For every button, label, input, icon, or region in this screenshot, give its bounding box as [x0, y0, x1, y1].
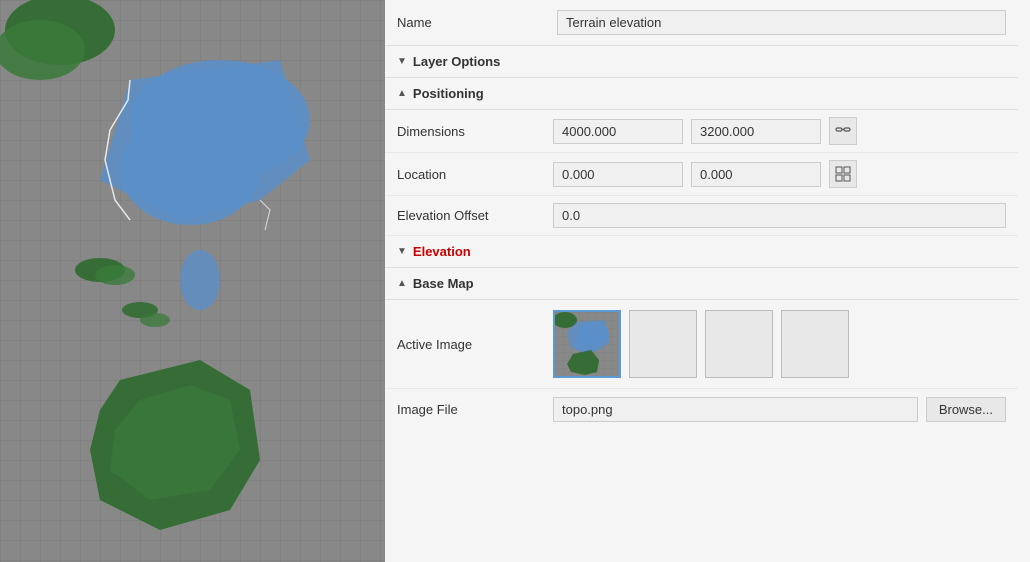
- positioning-title: Positioning: [413, 86, 484, 101]
- image-file-row: Image File Browse...: [385, 389, 1018, 430]
- elevation-chevron: ▼: [397, 246, 407, 257]
- layer-options-title: Layer Options: [413, 54, 500, 69]
- location-y-input[interactable]: [691, 162, 821, 187]
- base-map-title: Base Map: [413, 276, 474, 291]
- map-visualization: [0, 0, 385, 562]
- dimensions-row: Dimensions: [385, 110, 1018, 153]
- active-image-thumbnail-3[interactable]: [705, 310, 773, 378]
- positioning-header[interactable]: ▲ Positioning: [385, 78, 1018, 110]
- base-map-header[interactable]: ▲ Base Map: [385, 268, 1018, 300]
- map-panel: [0, 0, 385, 562]
- link-icon[interactable]: [829, 117, 857, 145]
- active-image-thumbnail-4[interactable]: [781, 310, 849, 378]
- dimensions-y-input[interactable]: [691, 119, 821, 144]
- name-input[interactable]: [557, 10, 1006, 35]
- name-row: Name: [385, 0, 1018, 46]
- layer-options-header[interactable]: ▼ Layer Options: [385, 46, 1018, 78]
- properties-panel: Name ▼ Layer Options ▲ Positioning Dimen…: [385, 0, 1030, 562]
- image-file-input[interactable]: [553, 397, 918, 422]
- elevation-header[interactable]: ▼ Elevation: [385, 236, 1018, 268]
- position-icon[interactable]: [829, 160, 857, 188]
- active-image-label: Active Image: [397, 337, 545, 352]
- dimensions-x-input[interactable]: [553, 119, 683, 144]
- location-row: Location: [385, 153, 1018, 196]
- layer-options-chevron: ▼: [397, 56, 407, 67]
- elevation-offset-row: Elevation Offset: [385, 196, 1018, 236]
- elevation-title: Elevation: [413, 244, 471, 259]
- positioning-content: Dimensions Location: [385, 110, 1018, 236]
- base-map-content: Active Image: [385, 300, 1018, 430]
- positioning-chevron: ▲: [397, 88, 407, 99]
- active-image-thumbnail-1[interactable]: [553, 310, 621, 378]
- location-label: Location: [397, 167, 545, 182]
- elevation-offset-input[interactable]: [553, 203, 1006, 228]
- browse-button[interactable]: Browse...: [926, 397, 1006, 422]
- active-image-thumbnail-2[interactable]: [629, 310, 697, 378]
- name-label: Name: [397, 15, 557, 30]
- base-map-chevron: ▲: [397, 278, 407, 289]
- location-x-input[interactable]: [553, 162, 683, 187]
- image-file-label: Image File: [397, 402, 545, 417]
- dimensions-label: Dimensions: [397, 124, 545, 139]
- properties-content: Name ▼ Layer Options ▲ Positioning Dimen…: [385, 0, 1030, 562]
- elevation-offset-label: Elevation Offset: [397, 208, 545, 223]
- active-image-row: Active Image: [385, 300, 1018, 389]
